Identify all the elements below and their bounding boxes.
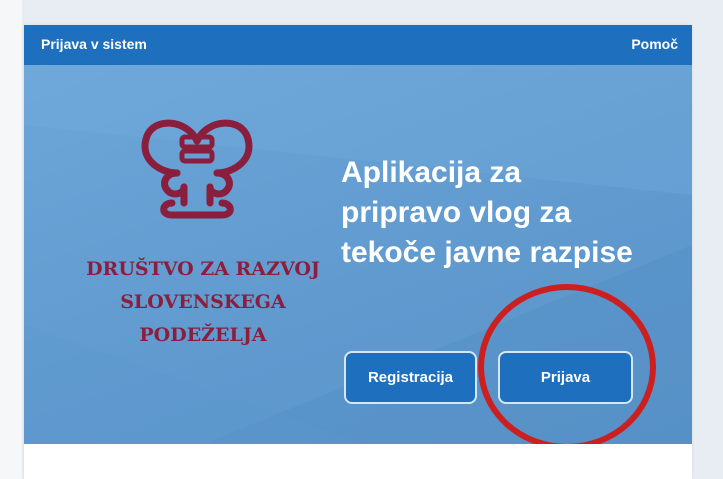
headline-line1: Aplikacija za <box>341 156 522 189</box>
login-button[interactable]: Prijava <box>498 351 633 404</box>
organization-name-line1: DRUŠTVO ZA RAZVOJ <box>86 258 320 280</box>
organization-name: DRUŠTVO ZA RAZVOJ SLOVENSKEGA PODEŽELJA <box>58 253 348 352</box>
hero-banner: DRUŠTVO ZA RAZVOJ SLOVENSKEGA PODEŽELJA … <box>24 65 692 444</box>
help-link[interactable]: Pomoč <box>631 36 678 52</box>
card-footer-area <box>24 444 692 479</box>
app-headline: Aplikacija za pripravo vlog za tekoče ja… <box>341 153 681 273</box>
heart-knot-emblem-icon <box>141 119 253 219</box>
headline-line2: pripravo vlog za <box>341 196 572 229</box>
headline-line3: tekoče javne razpise <box>341 236 633 269</box>
register-button[interactable]: Registracija <box>344 351 477 404</box>
organization-name-line2: SLOVENSKEGA PODEŽELJA <box>120 291 286 346</box>
header-title: Prijava v sistem <box>41 36 147 52</box>
login-card: Prijava v sistem Pomoč DRUŠTVO ZA RAZVOJ… <box>24 25 692 479</box>
header-bar: Prijava v sistem Pomoč <box>24 25 692 65</box>
left-background-strip <box>0 0 22 479</box>
page: Prijava v sistem Pomoč DRUŠTVO ZA RAZVOJ… <box>0 0 723 479</box>
